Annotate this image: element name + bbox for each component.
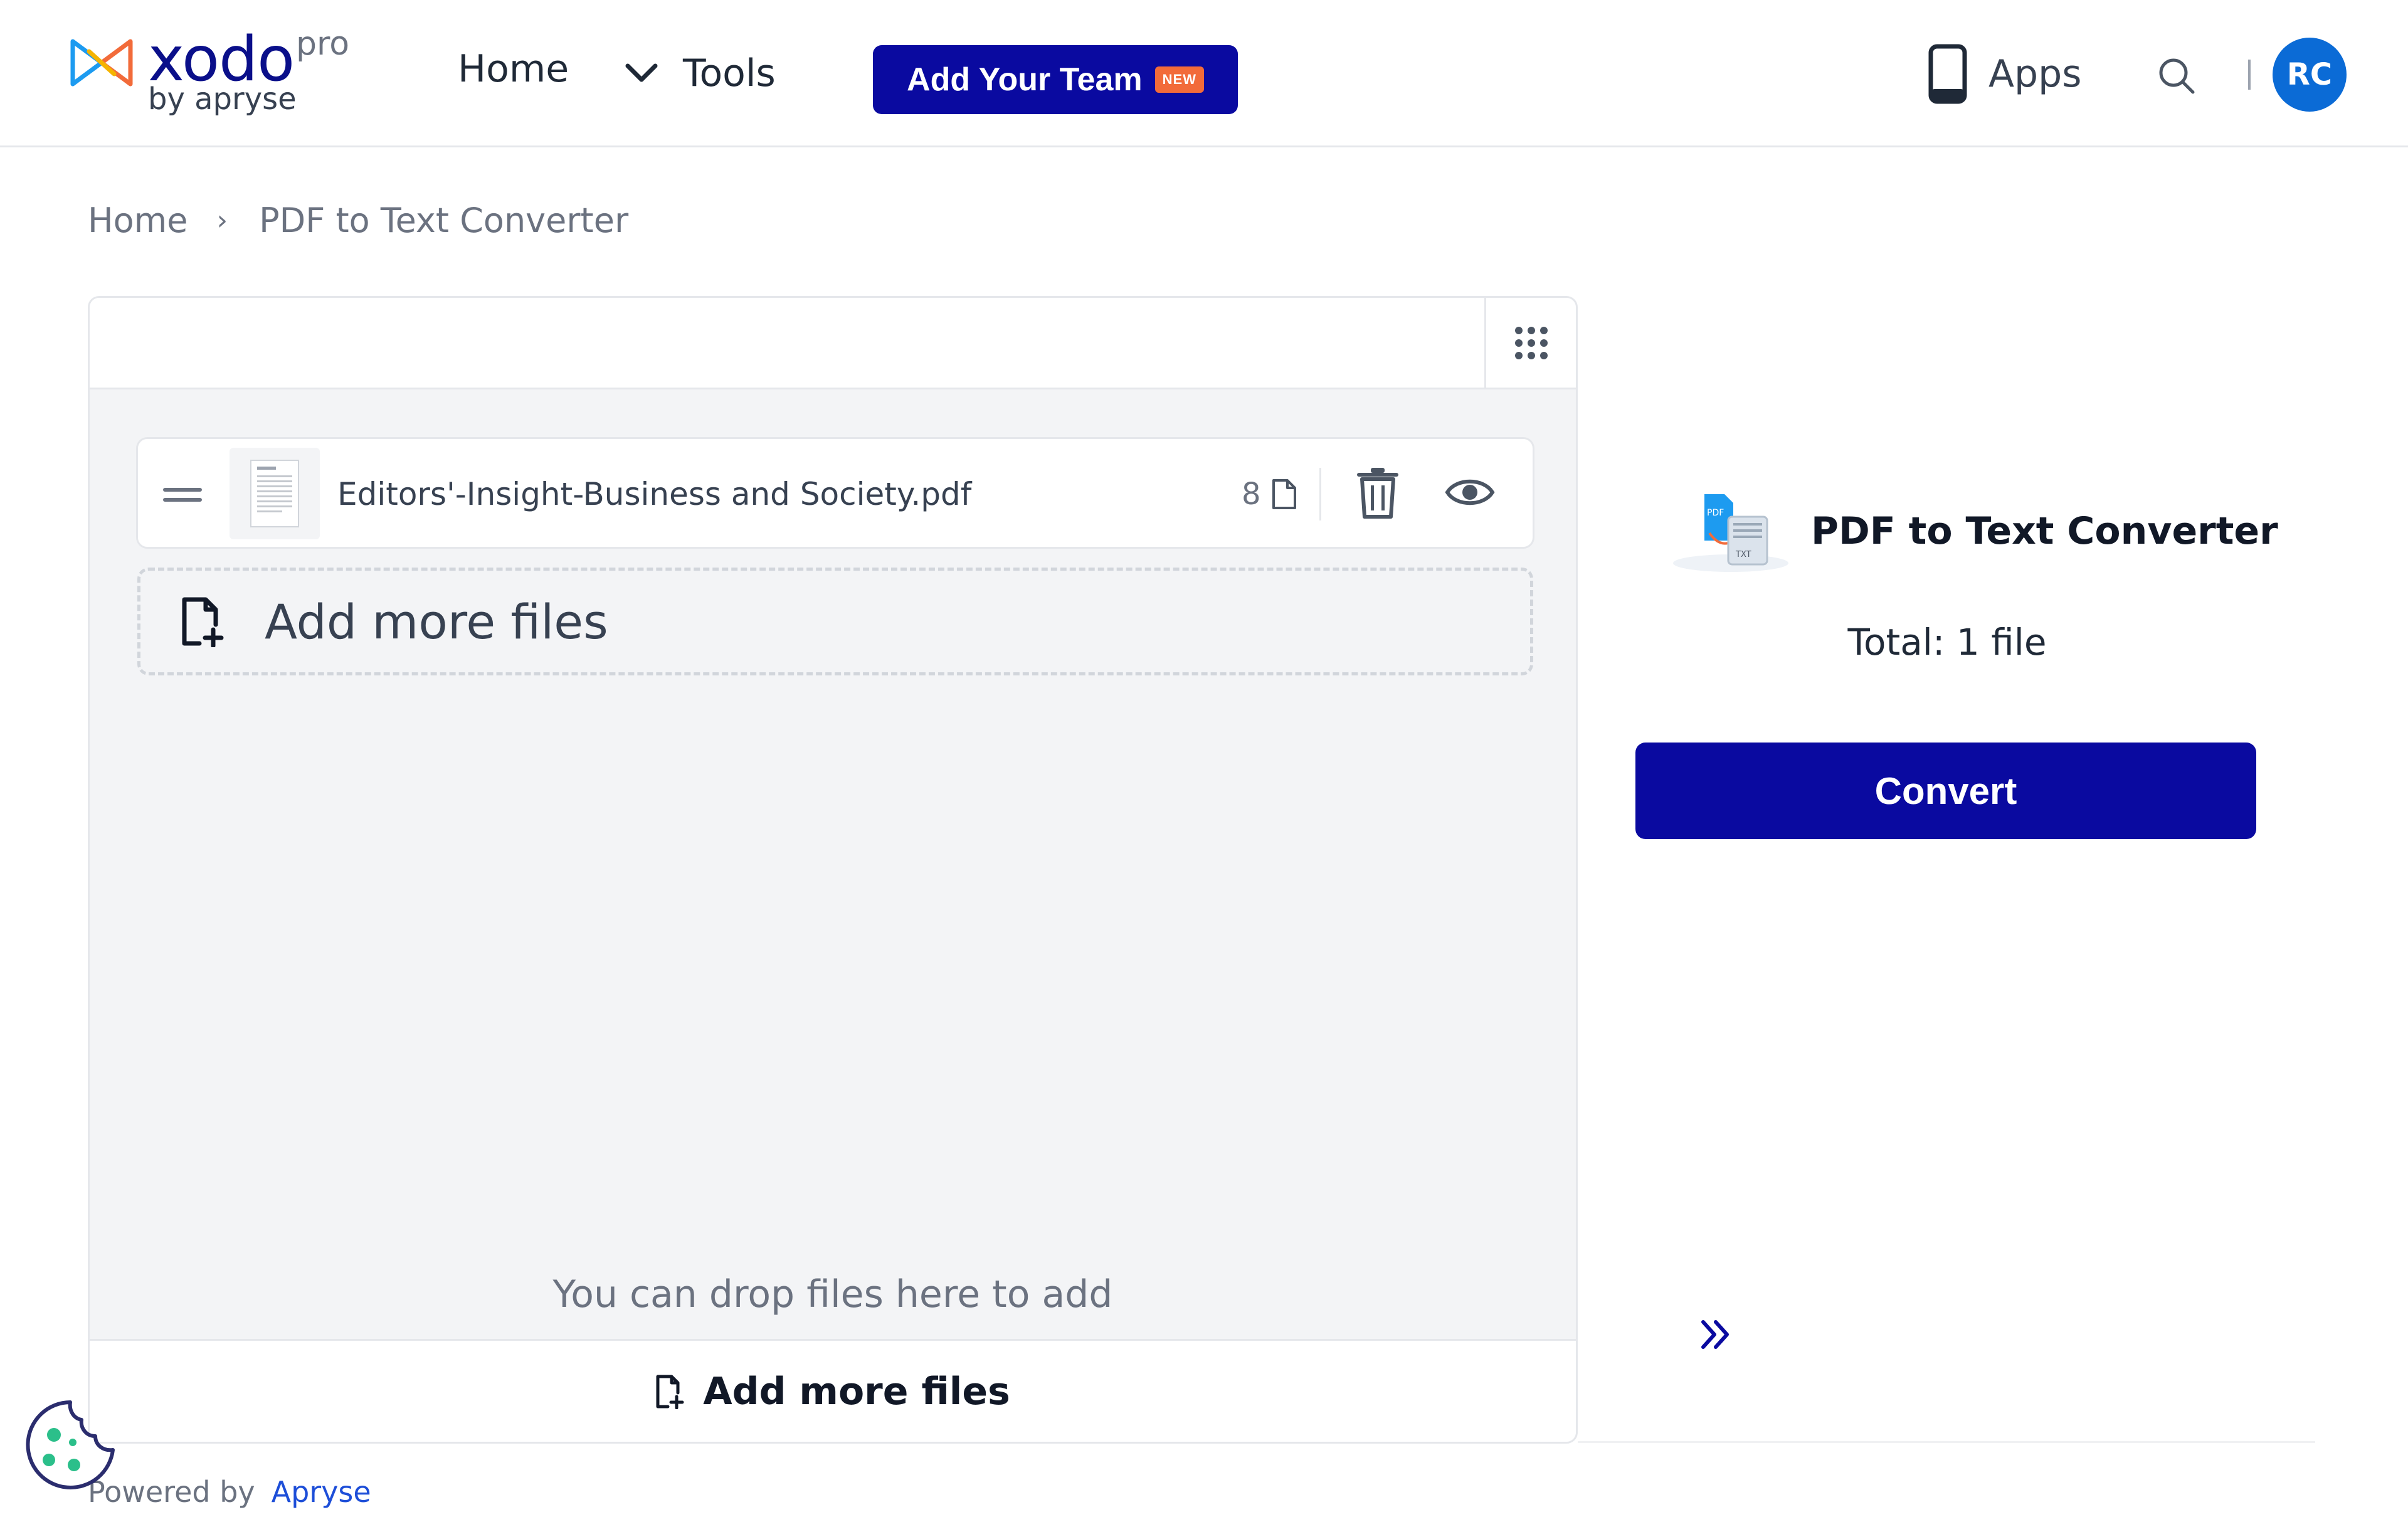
file-add-icon	[656, 1375, 684, 1409]
eye-icon[interactable]	[1445, 473, 1495, 512]
bottom-add-more-files-button[interactable]: Add more files	[90, 1339, 1576, 1442]
add-your-team-label: Add Your Team	[907, 61, 1143, 98]
breadcrumb-current: PDF to Text Converter	[259, 201, 629, 240]
xodo-logo[interactable]: xodo pro by apryse	[70, 25, 359, 125]
nav-tools-menu[interactable]: Tools	[624, 50, 776, 97]
footer: Powered by Apryse	[88, 1475, 371, 1509]
brand-tier: pro	[296, 25, 350, 63]
add-more-files-dropzone[interactable]: Add more files	[137, 568, 1533, 675]
grid-view-button[interactable]	[1484, 298, 1576, 388]
header-divider	[2248, 60, 2251, 90]
new-badge: NEW	[1154, 66, 1204, 93]
phone-icon	[1928, 44, 1967, 104]
add-your-team-button[interactable]: Add Your Team NEW	[873, 45, 1238, 114]
apps-label: Apps	[1988, 52, 2082, 96]
user-avatar[interactable]: RC	[2273, 38, 2347, 112]
nav-tools-label: Tools	[683, 51, 776, 95]
xodo-logo-icon	[70, 39, 133, 87]
breadcrumb: Home › PDF to Text Converter	[88, 201, 628, 240]
file-panel-toolbar	[90, 298, 1576, 389]
drop-hint: You can drop files here to add	[552, 1272, 1113, 1316]
apryse-link[interactable]: Apryse	[272, 1475, 371, 1509]
document-thumbnail-icon	[250, 460, 299, 527]
pdf-to-text-icon: PDF TXT	[1673, 494, 1788, 572]
breadcrumb-separator-icon: ›	[216, 204, 228, 236]
right-divider	[1578, 1441, 2315, 1443]
brand-sub: by apryse	[148, 82, 297, 117]
bottom-add-more-files-label: Add more files	[703, 1369, 1010, 1414]
apps-link[interactable]: Apps	[1928, 43, 2081, 105]
double-chevron-right-icon[interactable]	[1698, 1317, 1733, 1352]
file-thumbnail[interactable]	[230, 448, 320, 539]
svg-text:TXT: TXT	[1735, 550, 1751, 559]
page-count: 8	[1242, 477, 1297, 512]
cookie-icon[interactable]	[23, 1397, 118, 1493]
file-add-icon	[182, 597, 224, 647]
row-divider	[1319, 468, 1321, 521]
drag-handle-icon[interactable]	[163, 487, 202, 503]
search-icon[interactable]	[2157, 56, 2196, 95]
add-more-files-label: Add more files	[265, 593, 608, 650]
tool-title: PDF to Text Converter	[1811, 509, 2278, 553]
file-panel: Editors'-Insight-Business and Society.pd…	[88, 296, 1578, 1444]
top-header: xodo pro by apryse Home Tools Add Your T…	[0, 0, 2408, 147]
convert-button[interactable]: Convert	[1635, 743, 2256, 839]
nav-home-link[interactable]: Home	[458, 50, 569, 88]
total-files: Total: 1 file	[1847, 621, 2047, 663]
file-name: Editors'-Insight-Business and Society.pd…	[337, 476, 972, 512]
page-icon	[1272, 479, 1296, 509]
trash-icon[interactable]	[1354, 467, 1401, 519]
page: xodo pro by apryse Home Tools Add Your T…	[0, 0, 2408, 1517]
breadcrumb-home[interactable]: Home	[88, 201, 187, 240]
chevron-down-icon	[625, 63, 658, 82]
page-count-value: 8	[1242, 477, 1261, 512]
svg-text:PDF: PDF	[1707, 508, 1724, 518]
grid-icon	[1514, 326, 1548, 359]
file-item[interactable]: Editors'-Insight-Business and Society.pd…	[136, 437, 1534, 549]
